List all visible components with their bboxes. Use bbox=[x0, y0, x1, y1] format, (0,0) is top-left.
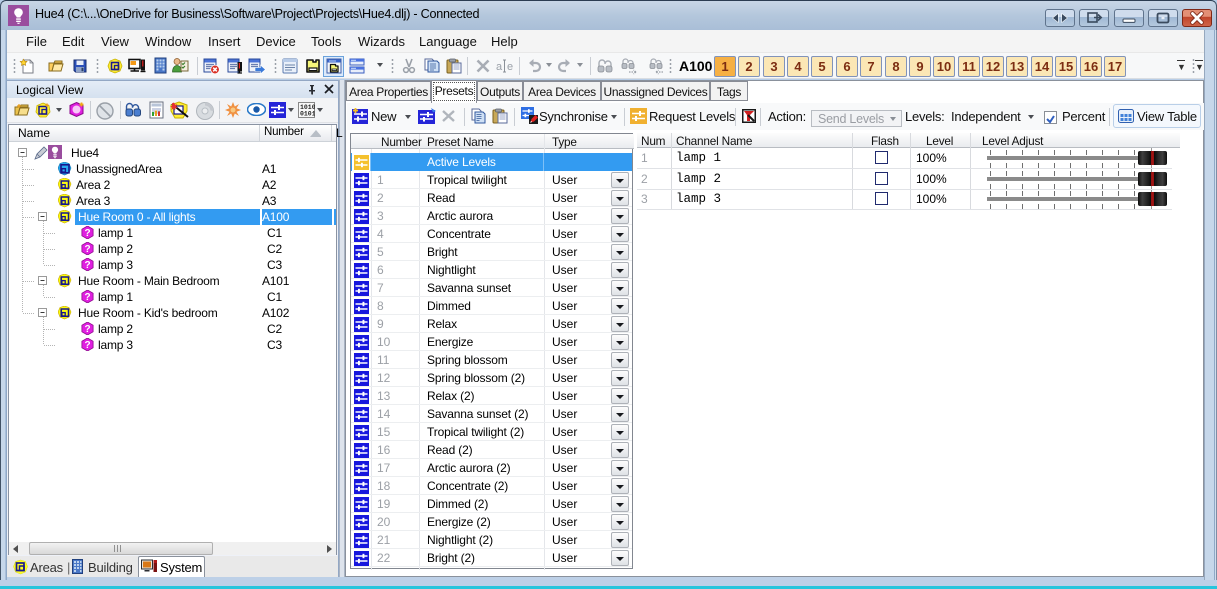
svg-text:a: a bbox=[496, 61, 503, 73]
svg-text:e: e bbox=[507, 61, 513, 73]
svg-text:0101: 0101 bbox=[300, 111, 315, 118]
